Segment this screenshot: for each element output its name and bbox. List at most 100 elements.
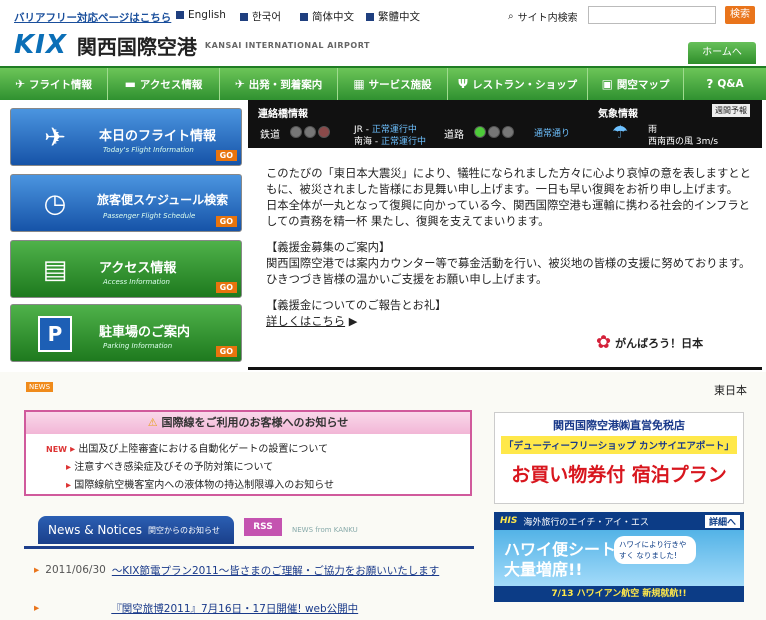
departure-icon: ✈ <box>234 77 245 91</box>
status-bar: 連絡橋情報 鉄道 JR - 正常運行中 南海 - 正常運行中 道路 通常通り 気… <box>248 100 762 148</box>
go-badge: GO <box>215 346 237 357</box>
duty-free-ad[interactable]: 関西国際空港㈱直営免税店 「デューティーフリーショップ カンサイエアポート」 お… <box>494 412 744 504</box>
rss-button[interactable]: RSS <box>244 518 282 536</box>
access-info-button[interactable]: ▤ アクセス情報 Access Information GO <box>10 240 242 298</box>
lang-label: 繁體中文 <box>378 11 420 23</box>
nav-facility[interactable]: ▦ サービス施設 <box>338 68 448 100</box>
search-label: ⌕ サイト内検索 <box>508 9 578 24</box>
notice-item-text: 出国及び上陸審査における自動化ゲートの設置について <box>78 444 329 455</box>
nav-label: フライト情報 <box>29 78 93 91</box>
lang-english[interactable]: English <box>176 9 226 21</box>
wind-direction: 西南西の風 <box>648 137 694 147</box>
bridge-title: 連絡橋情報 <box>258 109 308 120</box>
square-icon <box>240 12 248 21</box>
lang-label: 简体中文 <box>312 11 354 23</box>
square-icon <box>366 12 374 21</box>
message-paragraph: 関西国際空港では案内カウンター等で募金活動を行い、被災地の皆様の支援に努めており… <box>266 257 751 286</box>
parking-button[interactable]: P 駐車場のご案内 Parking Information GO <box>10 304 242 362</box>
disaster-message: このたびの「東日本大震災」により、犠牲になられました方々に心より哀悼の意を表しま… <box>266 166 752 330</box>
info-panel: 連絡橋情報 鉄道 JR - 正常運行中 南海 - 正常運行中 道路 通常通り 気… <box>248 100 762 370</box>
site-logo[interactable]: KIX 関西国際空港 KANSAI INTERNATIONAL AIRPORT <box>14 30 370 60</box>
button-subtitle: Passenger Flight Schedule <box>103 212 196 220</box>
notice-item[interactable]: ▸ 国際線航空機客室内への液体物の持込制限導入のお知らせ <box>66 476 334 491</box>
message-heading: 【義援金募集のご案内】 <box>266 241 391 254</box>
warning-icon: ⚠ <box>147 416 158 429</box>
clock-icon: ◷ <box>43 189 67 219</box>
lang-chinese-traditional[interactable]: 繁體中文 <box>366 9 420 24</box>
details-link[interactable]: 詳しくはこちら <box>266 315 345 328</box>
wind-speed: 3m/s <box>695 137 719 147</box>
tab-news-notices[interactable]: News & Notices 関空からのお知らせ <box>38 516 234 544</box>
arrow-right-icon: ▸ <box>34 564 40 576</box>
signal-light-icon <box>318 126 330 138</box>
his-hawaii-ad[interactable]: HIS 海外旅行のエイチ・アイ・エス 詳細へ ハワイ便シート 大量増席!! ハワ… <box>494 512 744 602</box>
nav-qa[interactable]: ? Q&A <box>684 68 766 100</box>
arrow-right-icon: ▸ <box>34 602 40 614</box>
east-japan-label: 東日本 <box>714 384 747 397</box>
nav-access[interactable]: ▬ アクセス情報 <box>108 68 220 100</box>
nav-label: 出発・到着案内 <box>248 78 323 91</box>
new-badge: NEW <box>46 445 67 454</box>
nav-flight[interactable]: ✈ フライト情報 <box>0 68 108 100</box>
signal-light-icon <box>488 126 500 138</box>
ganbaro-text: がんばろう！日本 <box>615 336 704 350</box>
message-paragraph: 日本全体が一丸となって復興に向かっている今、関西国際空港も運輸に携わる社会的イン… <box>266 199 750 228</box>
home-button[interactable]: ホームへ <box>688 42 756 64</box>
nav-label: アクセス情報 <box>139 78 203 91</box>
today-flight-button[interactable]: ✈ 本日のフライト情報 Today's Flight Information G… <box>10 108 242 166</box>
detail-button[interactable]: 詳細へ <box>704 514 740 528</box>
search-input[interactable] <box>588 6 716 24</box>
notice-item[interactable]: ▸ 注意すべき感染症及びその予防対策について <box>66 458 273 473</box>
button-subtitle: Access Information <box>103 278 170 286</box>
car-icon: ▬ <box>124 77 136 91</box>
nav-label: レストラン・ショップ <box>472 78 578 91</box>
flight-schedule-button[interactable]: ◷ 旅客便スケジュール検索 Passenger Flight Schedule … <box>10 174 242 232</box>
lang-label: 한국어 <box>252 11 281 23</box>
weekly-forecast-button[interactable]: 週間予報 <box>712 104 750 117</box>
tab-news-kanku[interactable]: NEWS from KANKU <box>292 526 358 534</box>
nav-map[interactable]: ▣ 関空マップ <box>588 68 684 100</box>
news-link[interactable]: 『関空旅博2011』7月16日・17日開催! web公開中 <box>111 602 441 616</box>
go-badge: GO <box>215 216 237 227</box>
nav-label: 関空マップ <box>616 78 670 91</box>
lang-korean[interactable]: 한국어 <box>240 9 281 24</box>
button-title: アクセス情報 <box>99 261 177 276</box>
signal-light-icon <box>502 126 514 138</box>
search-label-text: サイト内検索 <box>517 13 578 24</box>
arrow-right-icon: ▸ <box>70 444 76 455</box>
nankai-status-text: 正常運行中 <box>381 137 427 147</box>
question-icon: ? <box>706 77 714 91</box>
news-link[interactable]: ～KIX節電プラン2011～皆さまのご理解・ご協力をお願いいたします <box>112 564 442 578</box>
ad-line: 大量増席!! <box>504 560 583 579</box>
search-button[interactable]: 検索 <box>725 6 755 24</box>
signal-light-icon <box>304 126 316 138</box>
intl-notice-box: ⚠ 国際線をご利用のお客様へのお知らせ NEW ▸ 出国及び上陸審査における自動… <box>24 410 472 496</box>
go-badge: GO <box>215 282 237 293</box>
airplane-icon: ✈ <box>44 123 66 153</box>
barrier-free-link[interactable]: バリアフリー対応ページはこちら <box>14 10 171 25</box>
main-nav: ✈ フライト情報 ▬ アクセス情報 ✈ 出発・到着案内 ▦ サービス施設 Ψ レストラン・… <box>0 66 766 100</box>
nav-departure[interactable]: ✈ 出発・到着案内 <box>220 68 338 100</box>
wind-text: 西南西の風 3m/s <box>648 134 718 147</box>
weather-title: 気象情報 <box>598 109 638 120</box>
nankai-label: 南海 <box>354 137 373 147</box>
square-icon <box>300 12 308 21</box>
button-title: 駐車場のご案内 <box>99 325 191 340</box>
road-status-text: 通常通り <box>534 129 571 139</box>
notice-item[interactable]: NEW ▸ 出国及び上陸審査における自動化ゲートの設置について <box>46 440 328 455</box>
nav-restaurant[interactable]: Ψ レストラン・ショップ <box>448 68 588 100</box>
ganbaro-logo: ✿ がんばろう！日本 <box>596 332 703 353</box>
his-logo: HIS <box>500 516 518 526</box>
rail-label: 鉄道 <box>260 130 280 141</box>
airplane-icon: ✈ <box>14 77 26 91</box>
speech-bubble: ハワイにより行きやすく なりました! <box>614 536 696 564</box>
ad-line: 関西国際空港㈱直営免税店 <box>553 419 685 432</box>
his-text: 海外旅行のエイチ・アイ・エス <box>523 517 649 528</box>
parking-icon: P <box>23 315 87 353</box>
news-divider <box>24 546 474 549</box>
ad-line: お買い物券付 宿泊プラン <box>511 464 727 486</box>
lang-chinese-simplified[interactable]: 简体中文 <box>300 9 354 24</box>
arrow-right-icon: ▸ <box>66 462 72 473</box>
arrow-right-icon: ▶ <box>348 315 358 328</box>
message-heading: 【義援金についてのご報告とお礼】 <box>266 299 447 312</box>
